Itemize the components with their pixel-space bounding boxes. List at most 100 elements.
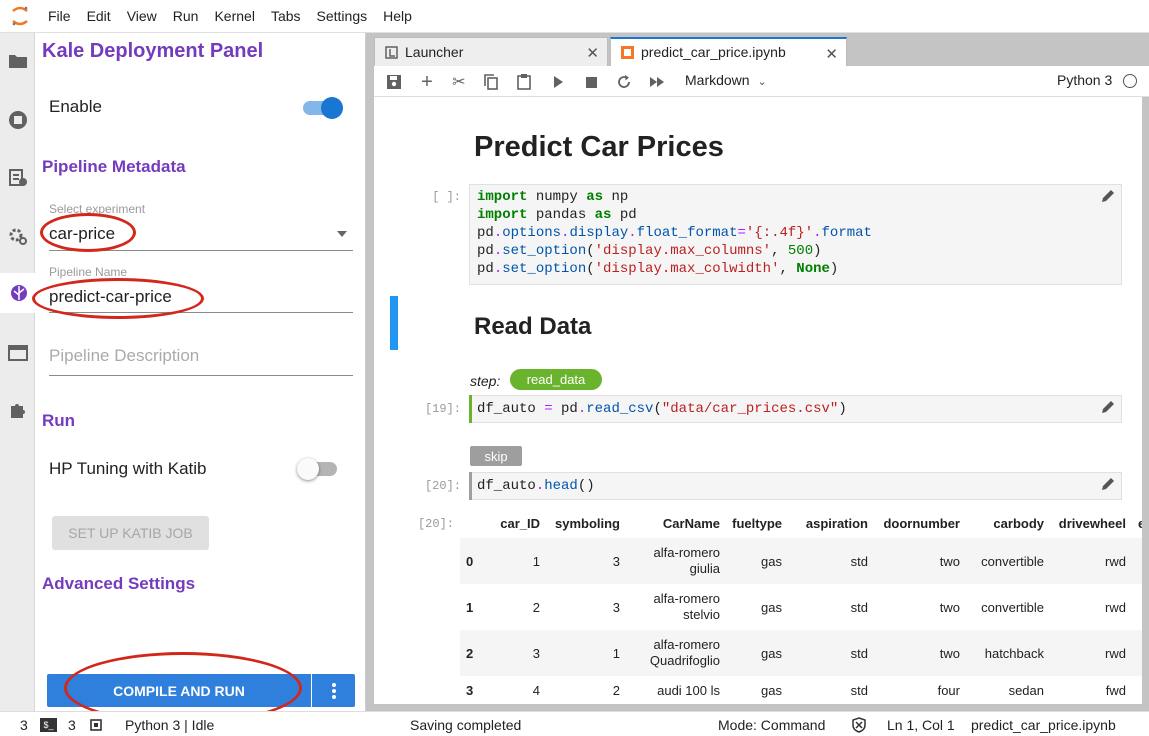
menu-kernel[interactable]: Kernel	[206, 8, 262, 24]
pipeline-description-input[interactable]: Pipeline Description	[49, 346, 353, 374]
table-cell: 2	[532, 599, 540, 615]
running-kernels-icon[interactable]	[0, 100, 35, 140]
table-cell: convertible	[981, 553, 1044, 569]
terminal-count[interactable]: 3	[20, 717, 28, 733]
menu-run[interactable]: Run	[165, 8, 207, 24]
trusted-shield-icon[interactable]	[851, 717, 867, 736]
mode-indicator[interactable]: Mode: Command	[718, 717, 825, 733]
table-cell: 0	[466, 553, 474, 569]
code-cell-imports[interactable]: import numpy as np import pandas as pd p…	[469, 184, 1122, 285]
table-header: carbody	[993, 515, 1044, 531]
table-cell: 1	[612, 645, 620, 661]
cell-prompt: [20]:	[424, 479, 461, 493]
fast-forward-icon[interactable]	[648, 73, 666, 91]
table-row: 3 4 2 audi 100 ls gas std four sedan fwd	[460, 676, 1142, 704]
tab-launcher[interactable]: Launcher ✕	[374, 37, 608, 67]
table-header: CarName	[662, 515, 720, 531]
table-cell: gas	[761, 682, 782, 698]
paste-icon[interactable]	[515, 73, 533, 91]
kale-panel-title: Kale Deployment Panel	[42, 40, 264, 62]
add-cell-icon[interactable]: +	[418, 71, 436, 93]
table-header: fueltype	[732, 515, 782, 531]
heading-read-data: Read Data	[474, 313, 592, 340]
table-cell: gas	[761, 645, 782, 661]
hp-tuning-toggle[interactable]	[297, 457, 341, 480]
step-tag-read-data[interactable]: read_data	[510, 369, 602, 390]
cell-type-select[interactable]: Markdown ⌄	[685, 72, 767, 88]
menu-edit[interactable]: Edit	[79, 8, 119, 24]
notebook-icon	[621, 46, 634, 62]
table-cell: sedan	[1008, 682, 1044, 698]
skip-color-bar	[469, 472, 472, 500]
table-header: eng	[1138, 515, 1142, 531]
table-header-row: car_ID symboling CarName fueltype aspira…	[460, 508, 1142, 538]
advanced-settings-header: Advanced Settings	[42, 574, 196, 593]
restart-icon[interactable]	[615, 73, 633, 91]
kernel-name[interactable]: Python 3	[1057, 72, 1112, 88]
table-cell: 1	[532, 553, 540, 569]
code-cell-head[interactable]: df_auto.head()	[469, 472, 1122, 500]
table-cell: alfa-romero stelvio	[653, 591, 720, 622]
kale-deployment-panel: Kale Deployment Panel Enable Pipeline Me…	[32, 33, 366, 724]
cell-type-value: Markdown	[685, 72, 750, 88]
edit-pencil-icon[interactable]	[1101, 477, 1115, 496]
table-cell: std	[850, 682, 868, 698]
tab-launcher-label: Launcher	[405, 44, 464, 60]
commands-icon[interactable]	[0, 158, 35, 198]
edit-pencil-icon[interactable]	[1101, 400, 1115, 419]
more-options-icon[interactable]	[312, 674, 355, 707]
table-cell: two	[939, 599, 960, 615]
close-icon[interactable]: ✕	[825, 45, 838, 63]
kernel-status[interactable]: Python 3 | Idle	[125, 717, 214, 733]
terminal-icon: $_	[40, 718, 57, 732]
heading-predict-car-prices: Predict Car Prices	[474, 131, 724, 163]
table-cell: 2	[612, 682, 620, 698]
table-cell: gas	[761, 553, 782, 569]
kernel-count[interactable]: 3	[68, 717, 76, 733]
menubar: File Edit View Run Kernel Tabs Settings …	[0, 0, 1149, 33]
annotation-circle-experiment	[40, 213, 136, 252]
copy-icon[interactable]	[482, 73, 500, 91]
menu-file[interactable]: File	[40, 8, 79, 24]
cut-icon[interactable]: ✂	[450, 73, 468, 91]
run-header: Run	[42, 411, 76, 430]
kale-leaf-icon[interactable]	[0, 273, 36, 313]
edit-pencil-icon[interactable]	[1101, 189, 1115, 208]
menu-view[interactable]: View	[119, 8, 165, 24]
property-inspector-gear-icon[interactable]	[0, 216, 35, 256]
tab-notebook-label: predict_car_price.ipynb	[641, 44, 786, 60]
table-header: doornumber	[883, 515, 960, 531]
run-icon[interactable]	[549, 73, 567, 91]
set-up-katib-job-button[interactable]: SET UP KATIB JOB	[52, 516, 209, 550]
chevron-down-icon: ⌄	[757, 76, 767, 88]
table-cell: std	[850, 599, 868, 615]
launcher-icon	[385, 46, 398, 62]
tab-notebook[interactable]: predict_car_price.ipynb ✕	[610, 37, 847, 67]
tabs-list-icon[interactable]	[0, 333, 35, 373]
cursor-position[interactable]: Ln 1, Col 1	[887, 717, 955, 733]
close-icon[interactable]: ✕	[586, 44, 599, 62]
enable-toggle[interactable]	[301, 96, 343, 119]
stop-icon[interactable]	[582, 73, 600, 91]
table-header: car_ID	[500, 515, 540, 531]
code-cell-read-csv[interactable]: df_auto = pd.read_csv("data/car_prices.c…	[469, 395, 1122, 423]
skip-tag[interactable]: skip	[470, 446, 522, 466]
cell-prompt: [19]:	[424, 402, 461, 416]
menu-settings[interactable]: Settings	[309, 8, 376, 24]
table-cell: 4	[532, 682, 540, 698]
table-cell: alfa-romero Quadrifoglio	[649, 637, 720, 668]
table-cell: hatchback	[984, 645, 1044, 661]
status-filename: predict_car_price.ipynb	[971, 717, 1116, 733]
table-cell: rwd	[1105, 553, 1126, 569]
pipeline-name-label: Pipeline Name	[49, 265, 128, 279]
table-cell: 3	[612, 553, 620, 569]
menu-tabs[interactable]: Tabs	[263, 8, 309, 24]
jupyter-logo-icon	[0, 6, 40, 26]
table-cell: gas	[761, 599, 782, 615]
folder-icon[interactable]	[0, 41, 35, 81]
extensions-puzzle-icon[interactable]	[0, 390, 35, 430]
table-header	[460, 508, 484, 538]
chevron-down-icon	[337, 231, 347, 237]
menu-help[interactable]: Help	[375, 8, 420, 24]
save-icon[interactable]	[385, 73, 403, 91]
